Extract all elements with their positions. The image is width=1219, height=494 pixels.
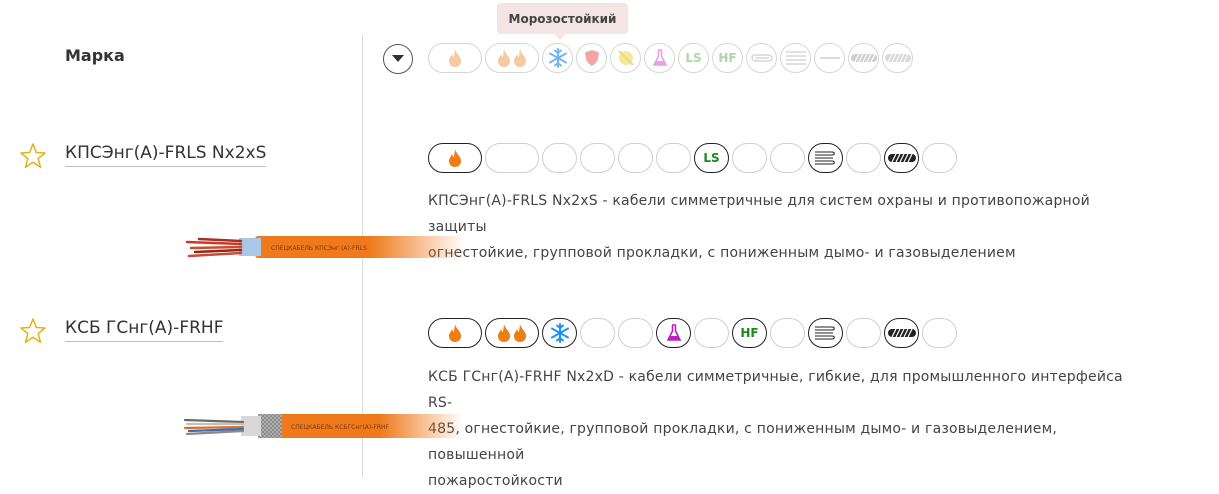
feature-armor: [884, 143, 919, 173]
feature-empty: [732, 143, 767, 173]
description-line: КПСЭнг(А)-FRLS Nx2xS - кабели симметричн…: [428, 193, 1090, 235]
product-features-ksb: HF: [428, 318, 957, 348]
feature-empty: [694, 318, 729, 348]
feature-fire-resistant: [428, 143, 482, 173]
multi-wire-icon: [814, 326, 835, 340]
shield-icon: [584, 50, 599, 66]
multi-wire-icon: [814, 151, 835, 165]
marka-column-header: Марка: [65, 46, 125, 65]
frost-resistant-filter[interactable]: [542, 43, 573, 73]
filters-dropdown-button[interactable]: [383, 44, 413, 74]
svg-text:СПЕЦКАБЕЛЬ КПСЭнг (А)-FRLS: СПЕЦКАБЕЛЬ КПСЭнг (А)-FRLS: [271, 245, 367, 252]
hf-icon: HF: [718, 51, 737, 65]
flat-cable-icon: [750, 54, 773, 62]
braid-filter[interactable]: [882, 43, 913, 73]
cable-image-kpse: СПЕЦКАБЕЛЬ КПСЭнг (А)-FRLS: [185, 236, 465, 258]
product-features-kpse: LS: [428, 143, 957, 173]
armor-icon: [850, 53, 877, 63]
armor-icon: [887, 328, 916, 338]
favorite-star-icon[interactable]: [19, 142, 47, 170]
chevron-down-icon: [392, 55, 404, 62]
cable-image-ksb: СПЕЦКАБЕЛЬ КСБГСнг(А)-FRHF: [183, 414, 463, 438]
feature-empty: [770, 318, 805, 348]
description-line: пожаростойкости: [428, 473, 563, 489]
ls-icon: LS: [685, 51, 702, 65]
feature-empty: [922, 318, 957, 348]
armor-icon: [887, 153, 916, 163]
product-link-ksb[interactable]: КСБ ГСнг(А)-FRHF: [65, 318, 224, 342]
feature-empty: [542, 143, 577, 173]
product-description-ksb: КСБ ГСнг(А)-FRHF Nx2xD - кабели симметри…: [428, 364, 1148, 494]
fire-resistant-filter[interactable]: [428, 43, 482, 73]
svg-text:СПЕЦКАБЕЛЬ КСБГСнг(А)-FRHF: СПЕЦКАБЕЛЬ КСБГСнг(А)-FRHF: [291, 424, 390, 431]
armor-filter[interactable]: [848, 43, 879, 73]
single-wire-icon: [819, 57, 840, 59]
single-wire-filter[interactable]: [814, 43, 845, 73]
feature-chemical-resistant: [656, 318, 691, 348]
feature-fire-spread: [485, 143, 539, 173]
description-line: 485, огнестойкие, групповой прокладки, с…: [428, 421, 1057, 463]
double-flame-icon: [498, 324, 526, 342]
hf-filter[interactable]: HF: [712, 43, 743, 73]
braid-icon: [884, 53, 911, 63]
flask-icon: [652, 49, 667, 66]
feature-multi-wire: [808, 318, 843, 348]
filter-icon-row: LS HF: [428, 43, 913, 73]
feature-fire-resistant: [428, 318, 482, 348]
feature-empty: [846, 143, 881, 173]
ls-icon: LS: [703, 151, 720, 165]
protection-filter[interactable]: [576, 43, 607, 73]
uv-resistant-filter[interactable]: [610, 43, 641, 73]
feature-fire-spread: [485, 318, 539, 348]
product-description-kpse: КПСЭнг(А)-FRLS Nx2xS - кабели симметричн…: [428, 188, 1148, 266]
feature-empty: [846, 318, 881, 348]
favorite-star-icon[interactable]: [19, 317, 47, 345]
feature-empty: [580, 318, 615, 348]
feature-empty: [618, 143, 653, 173]
product-link-kpse[interactable]: КПСЭнг(А)-FRLS Nx2xS: [65, 143, 267, 167]
feature-ls: LS: [694, 143, 729, 173]
flame-icon: [449, 49, 461, 67]
snowflake-icon: [550, 323, 569, 343]
description-line: КСБ ГСнг(А)-FRHF Nx2xD - кабели симметри…: [428, 369, 1123, 411]
feature-empty: [770, 143, 805, 173]
feature-multi-wire: [808, 143, 843, 173]
hf-icon: HF: [740, 326, 759, 340]
filter-tooltip: Морозостойкий: [497, 3, 628, 40]
double-flame-icon: [498, 49, 526, 67]
flat-cable-filter[interactable]: [746, 43, 777, 73]
flask-icon: [666, 324, 681, 341]
feature-hf: HF: [732, 318, 767, 348]
multi-wire-icon: [785, 51, 806, 65]
feature-empty: [580, 143, 615, 173]
sun-crossed-icon: [617, 50, 634, 66]
multi-wire-filter[interactable]: [780, 43, 811, 73]
feature-empty: [656, 143, 691, 173]
feature-empty: [922, 143, 957, 173]
snowflake-icon: [548, 48, 567, 68]
ls-filter[interactable]: LS: [678, 43, 709, 73]
feature-armor: [884, 318, 919, 348]
flame-icon: [449, 324, 461, 342]
description-line: огнестойкие, групповой прокладки, с пони…: [428, 245, 1016, 261]
feature-empty: [618, 318, 653, 348]
chemical-resistant-filter[interactable]: [644, 43, 675, 73]
feature-frost-resistant: [542, 318, 577, 348]
flame-icon: [449, 149, 461, 167]
fire-spread-filter[interactable]: [485, 43, 539, 73]
